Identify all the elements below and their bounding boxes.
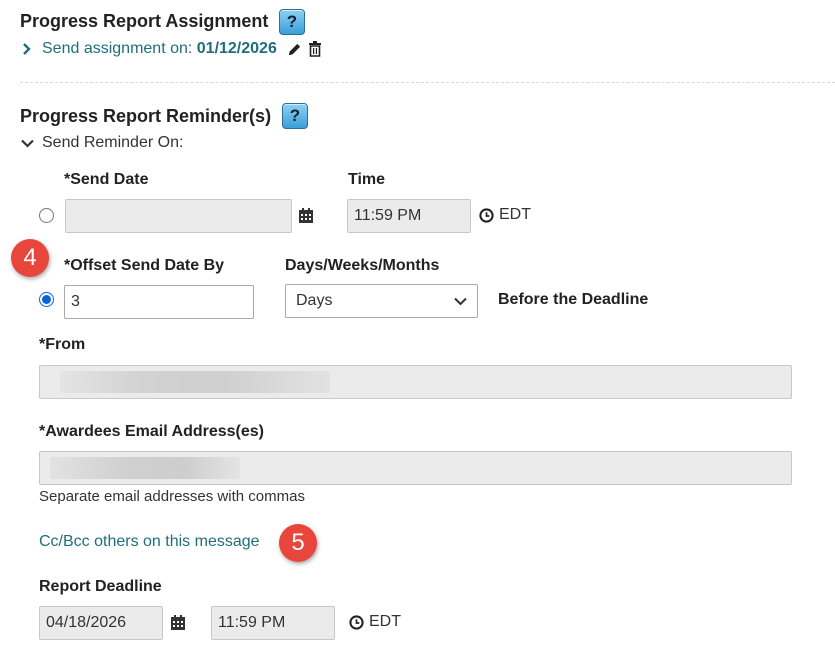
send-reminder-on-label: Send Reminder On: xyxy=(42,134,184,151)
send-timezone: EDT xyxy=(478,206,531,224)
relation-label: Before the Deadline xyxy=(498,291,649,308)
step-4-badge: 4 xyxy=(11,239,49,277)
send-date-radio[interactable] xyxy=(39,208,54,223)
send-date-label: *Send Date xyxy=(64,171,149,188)
awardees-input[interactable] xyxy=(39,451,792,485)
deadline-time-input[interactable]: 11:59 PM xyxy=(211,606,335,640)
pencil-icon[interactable] xyxy=(287,41,303,57)
awardees-label: *Awardees Email Address(es) xyxy=(39,423,264,440)
from-redacted-value xyxy=(60,371,330,393)
cc-bcc-link[interactable]: Cc/Bcc others on this message xyxy=(39,533,260,551)
unit-select[interactable]: Days xyxy=(285,284,478,318)
section-divider xyxy=(20,82,835,83)
unit-select-value: Days xyxy=(296,292,333,309)
step-5-badge: 5 xyxy=(279,524,317,562)
chevron-right-icon[interactable] xyxy=(20,42,34,56)
time-label: Time xyxy=(348,171,386,188)
calendar-icon[interactable] xyxy=(298,207,314,223)
awardees-redacted-value xyxy=(50,457,240,479)
reminders-title: Progress Report Reminder(s) xyxy=(20,106,272,126)
chevron-down-icon[interactable] xyxy=(20,136,34,150)
offset-input[interactable]: 3 xyxy=(64,285,254,319)
trash-icon[interactable] xyxy=(307,41,323,57)
deadline-label: Report Deadline xyxy=(39,578,162,595)
clock-icon xyxy=(348,614,364,630)
send-timezone-label: EDT xyxy=(499,206,531,223)
from-input[interactable] xyxy=(39,365,792,399)
assignment-send-prefix: Send assignment on: xyxy=(42,40,197,57)
clock-icon xyxy=(478,207,494,223)
assignment-title: Progress Report Assignment xyxy=(20,11,269,31)
send-reminder-on-row[interactable]: Send Reminder On: xyxy=(20,134,183,152)
send-date-input[interactable] xyxy=(65,199,292,233)
assignment-send-date: 01/12/2026 xyxy=(196,40,277,57)
unit-label: Days/Weeks/Months xyxy=(285,257,440,274)
deadline-timezone: EDT xyxy=(348,613,401,631)
assignment-send-row: Send assignment on: 01/12/2026 xyxy=(20,40,323,58)
deadline-timezone-label: EDT xyxy=(369,613,401,630)
awardees-hint: Separate email addresses with commas xyxy=(39,488,305,505)
assignment-send-link[interactable]: Send assignment on: 01/12/2026 xyxy=(42,40,277,58)
deadline-date-input[interactable]: 04/18/2026 xyxy=(39,606,163,640)
send-time-input[interactable]: 11:59 PM xyxy=(347,199,471,233)
calendar-icon[interactable] xyxy=(170,614,186,630)
offset-label: *Offset Send Date By xyxy=(64,257,225,274)
chevron-down-icon xyxy=(454,297,467,306)
reminders-help-button[interactable]: ? xyxy=(282,103,308,129)
assignment-help-button[interactable]: ? xyxy=(279,9,305,35)
from-label: *From xyxy=(39,336,86,353)
offset-radio[interactable] xyxy=(39,292,54,307)
